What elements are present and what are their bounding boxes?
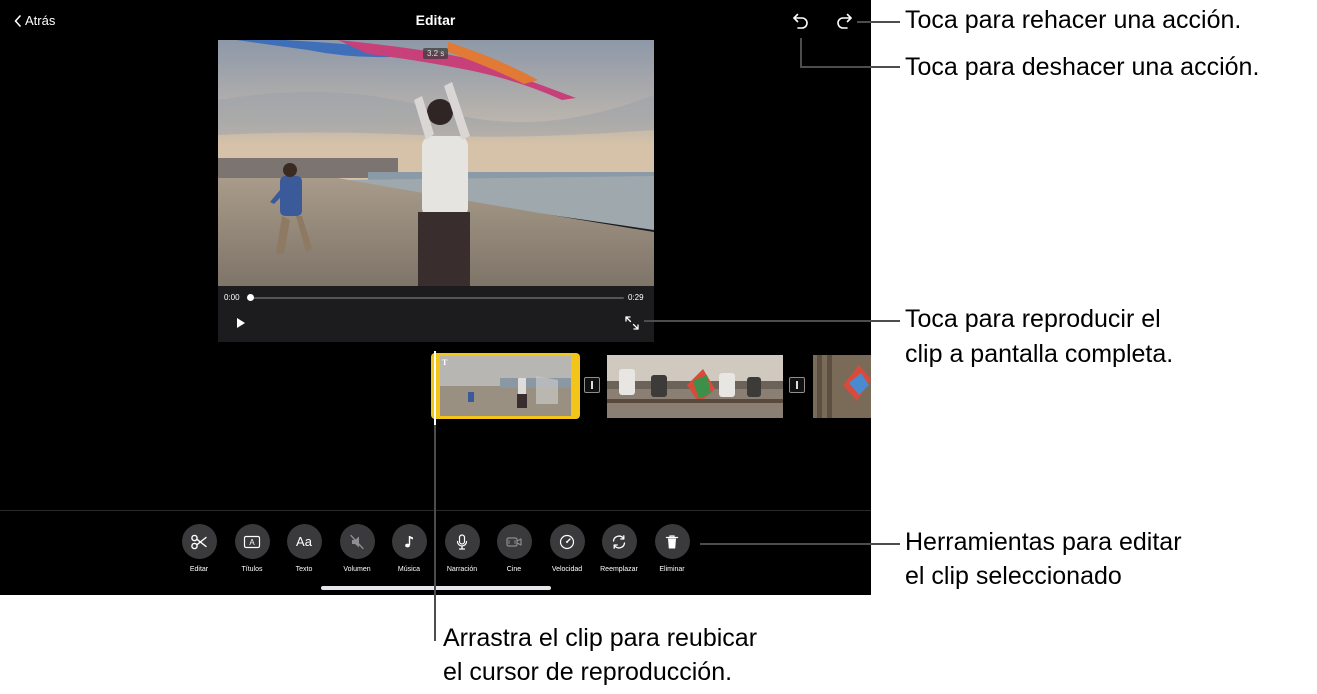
beach-thumbnail-image xyxy=(440,356,571,416)
timeline-clip[interactable] xyxy=(607,355,783,418)
cinematic-icon xyxy=(506,536,522,547)
tool-label: Música xyxy=(397,566,421,573)
callout-line-undo-v xyxy=(800,38,802,68)
redo-button[interactable] xyxy=(832,9,858,35)
scrubber-knob[interactable] xyxy=(247,294,254,301)
tool-label: Títulos xyxy=(241,566,263,573)
video-preview[interactable]: 3.2 s xyxy=(218,40,654,286)
mute-icon xyxy=(350,534,364,549)
titles-icon: A xyxy=(243,535,261,548)
tool-label: Cine xyxy=(506,566,522,573)
play-button[interactable] xyxy=(234,316,248,330)
total-time: 0:29 xyxy=(628,293,644,302)
scissors-icon xyxy=(191,534,207,549)
callout-line-redo xyxy=(857,21,900,23)
fullscreen-icon xyxy=(625,316,639,330)
undo-icon xyxy=(793,13,808,29)
tool-label: Texto xyxy=(295,566,313,573)
tool-label: Volumen xyxy=(343,566,371,573)
redo-icon xyxy=(837,13,852,29)
tool-titulos[interactable]: A Títulos xyxy=(224,524,280,573)
page-title: Editar xyxy=(415,12,456,28)
tool-editar[interactable]: Editar xyxy=(171,524,227,573)
callout-drag-line2: el cursor de reproducción. xyxy=(443,658,733,686)
tool-reemplazar[interactable]: Reemplazar xyxy=(591,524,647,573)
timeline-clip[interactable] xyxy=(813,355,871,418)
callout-tools-line2: el clip seleccionado xyxy=(905,562,1122,590)
scrubber-track[interactable] xyxy=(250,297,624,299)
play-icon xyxy=(237,318,245,328)
tool-volumen[interactable]: Volumen xyxy=(329,524,385,573)
video-viewer: 3.2 s 0:00 0:29 xyxy=(218,40,654,342)
callout-fullscreen-line1: Toca para reproducir el xyxy=(905,305,1161,333)
beach-kite-frame xyxy=(218,40,654,286)
fullscreen-button[interactable] xyxy=(624,315,640,331)
callout-redo: Toca para rehacer una acción. xyxy=(905,6,1242,34)
music-note-icon xyxy=(405,535,413,547)
tool-cine[interactable]: Cine xyxy=(486,524,542,573)
tool-label: Editar xyxy=(189,566,209,573)
tool-musica[interactable]: Música xyxy=(381,524,437,573)
text-icon: Aa xyxy=(296,534,312,549)
tool-eliminar[interactable]: Eliminar xyxy=(644,524,700,573)
callout-fullscreen-line2: clip a pantalla completa. xyxy=(905,340,1174,368)
svg-text:A: A xyxy=(249,538,255,547)
bench-clip-thumbnail xyxy=(607,355,783,418)
tool-texto[interactable]: Aa Texto xyxy=(276,524,332,573)
microphone-icon xyxy=(456,533,468,550)
clip-duration-badge: 3.2 s xyxy=(423,48,449,59)
transition-button[interactable] xyxy=(789,377,805,393)
transition-button[interactable] xyxy=(584,377,600,393)
selected-clip[interactable]: T xyxy=(431,353,580,419)
tool-label: Reemplazar xyxy=(600,566,638,573)
replace-icon xyxy=(612,534,626,549)
tool-label: Eliminar xyxy=(659,566,685,573)
callout-line-tools xyxy=(700,543,900,545)
fence-clip-thumbnail xyxy=(813,355,871,418)
trash-icon xyxy=(665,534,679,548)
home-indicator xyxy=(321,586,551,590)
callout-undo: Toca para deshacer una acción. xyxy=(905,53,1260,81)
clip-thumbnail xyxy=(440,356,571,416)
tool-narracion[interactable]: Narración xyxy=(434,524,490,573)
tool-label: Narración xyxy=(446,566,478,573)
callout-line-fullscreen xyxy=(644,320,900,322)
callout-line-drag xyxy=(434,425,436,641)
current-time: 0:00 xyxy=(224,293,240,302)
tool-label: Velocidad xyxy=(551,566,583,573)
callout-line-undo-h xyxy=(800,66,900,68)
undo-button[interactable] xyxy=(787,9,813,35)
title-badge: T xyxy=(442,358,448,367)
speedometer-icon xyxy=(559,534,575,549)
callout-drag-line1: Arrastra el clip para reubicar xyxy=(443,624,758,652)
callout-tools-line1: Herramientas para editar xyxy=(905,528,1182,556)
tool-velocidad[interactable]: Velocidad xyxy=(539,524,595,573)
playhead[interactable] xyxy=(434,351,436,425)
